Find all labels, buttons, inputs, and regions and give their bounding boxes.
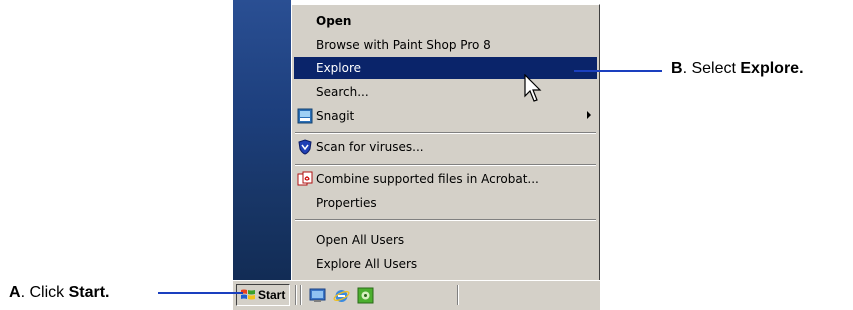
callout-b: B. Select Explore. xyxy=(671,60,804,78)
taskbar-separator xyxy=(457,285,459,305)
callout-a: A. Click Start. xyxy=(9,284,109,302)
taskbar-separator xyxy=(300,285,302,305)
callout-a-end: . xyxy=(105,284,110,301)
callout-a-text: . Click xyxy=(20,284,69,301)
menu-separator xyxy=(295,164,596,166)
menu-separator xyxy=(295,219,596,221)
menu-item-label: Explore xyxy=(316,61,362,75)
menu-item-label: Properties xyxy=(316,196,377,210)
menu-item-explore[interactable]: Explore xyxy=(294,57,597,79)
menu-item-open[interactable]: Open xyxy=(294,10,597,32)
menu-item-label: Explore All Users xyxy=(316,257,418,271)
acrobat-icon xyxy=(297,171,313,186)
start-context-menu: Open Browse with Paint Shop Pro 8 Explor… xyxy=(291,4,600,288)
menu-item-label: Combine supported files in Acrobat... xyxy=(316,172,539,186)
mouse-pointer-icon xyxy=(524,74,542,102)
desktop-background xyxy=(233,0,291,280)
menu-item-label: Open xyxy=(316,14,352,28)
menu-item-scan-viruses[interactable]: Scan for viruses... xyxy=(294,136,597,158)
start-label: Start xyxy=(258,288,286,302)
callout-b-letter: B xyxy=(671,60,683,77)
callout-b-leader-line xyxy=(574,70,662,72)
taskbar-separator xyxy=(295,285,297,305)
menu-item-explore-all-users[interactable]: Explore All Users xyxy=(294,253,597,275)
menu-item-search[interactable]: Search... xyxy=(294,81,597,103)
internet-explorer-icon[interactable] xyxy=(333,287,350,304)
callout-a-letter: A xyxy=(9,284,21,301)
callout-b-bold: Explore xyxy=(740,60,800,77)
taskbar: Start xyxy=(233,280,600,310)
menu-item-label: Scan for viruses... xyxy=(316,140,424,154)
media-icon[interactable] xyxy=(357,287,374,304)
windows-logo-icon xyxy=(241,289,255,300)
callout-a-bold: Start xyxy=(68,284,106,301)
menu-item-label: Open All Users xyxy=(316,233,405,247)
callout-b-text: . Select xyxy=(682,60,741,77)
start-button[interactable]: Start xyxy=(236,284,290,306)
menu-separator xyxy=(295,132,596,134)
menu-item-label: Browse with Paint Shop Pro 8 xyxy=(316,38,491,52)
shield-icon xyxy=(298,139,312,155)
menu-item-snagit[interactable]: Snagit xyxy=(294,105,597,127)
menu-item-open-all-users[interactable]: Open All Users xyxy=(294,229,597,251)
menu-item-properties[interactable]: Properties xyxy=(294,192,597,214)
callout-b-end: . xyxy=(799,60,804,77)
menu-item-combine-acrobat[interactable]: Combine supported files in Acrobat... xyxy=(294,168,597,190)
menu-item-label: Snagit xyxy=(316,109,355,123)
snagit-icon xyxy=(297,108,313,124)
menu-item-browse-paint-shop[interactable]: Browse with Paint Shop Pro 8 xyxy=(294,34,597,56)
callout-a-leader-line xyxy=(158,292,243,294)
submenu-arrow-icon xyxy=(587,111,591,119)
menu-item-label: Search... xyxy=(316,85,369,99)
desktop-icon[interactable] xyxy=(309,287,326,304)
